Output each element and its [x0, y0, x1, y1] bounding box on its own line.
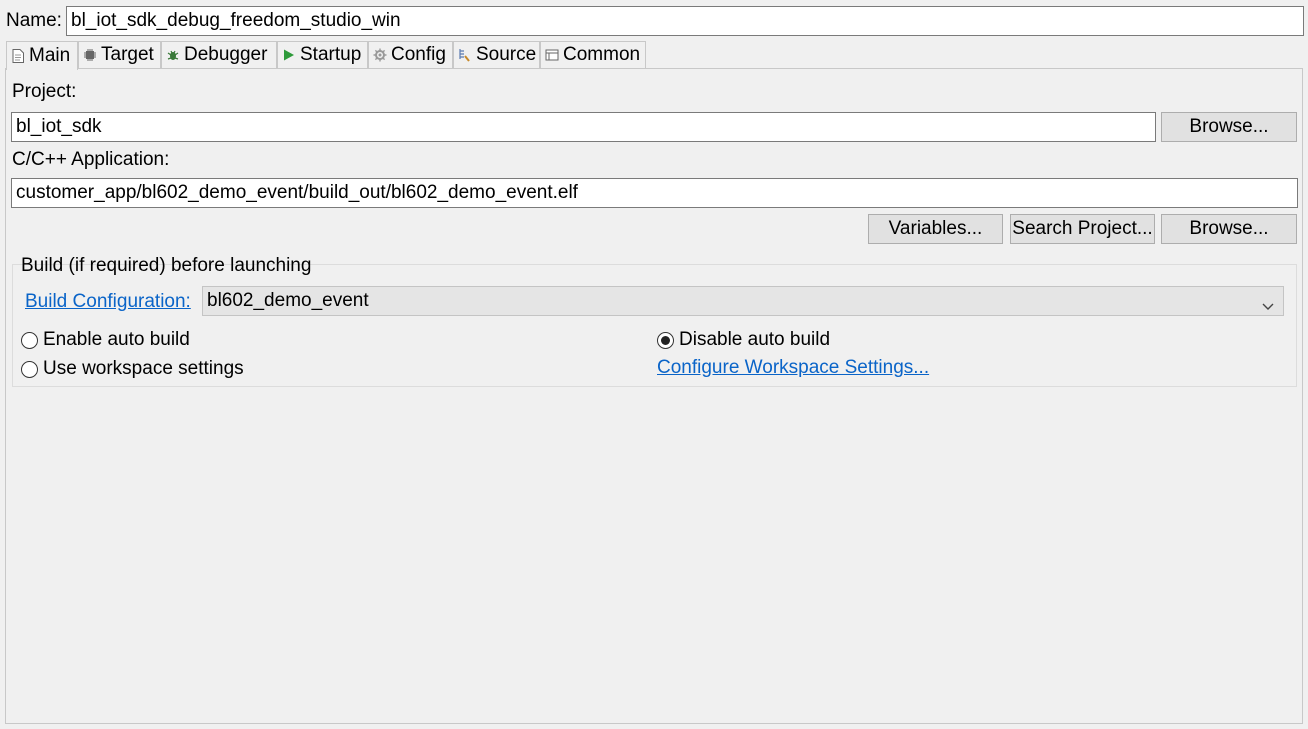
tab-source-label: Source [476, 44, 537, 65]
disable-auto-build-label: Disable auto build [679, 329, 831, 350]
tab-target[interactable]: Target [78, 41, 161, 68]
launch-configuration-dialog: Name: bl_iot_sdk_debug_freedom_studio_wi… [0, 0, 1308, 729]
enable-auto-build-radio[interactable]: Enable auto build [21, 329, 190, 351]
document-icon [11, 49, 25, 63]
radio-button [21, 360, 38, 378]
tab-startup-label: Startup [300, 44, 362, 65]
variables-button[interactable]: Variables... [868, 214, 1003, 244]
tab-config[interactable]: Config [368, 41, 453, 68]
build-group-title: Build (if required) before launching [21, 255, 312, 276]
build-group: Build (if required) before launching Bui… [12, 255, 1297, 387]
configure-workspace-settings-link[interactable]: Configure Workspace Settings... [657, 357, 929, 379]
tab-config-label: Config [391, 44, 446, 65]
use-workspace-settings-radio[interactable]: Use workspace settings [21, 358, 244, 380]
name-label: Name: [6, 10, 62, 31]
enable-auto-build-label: Enable auto build [43, 329, 190, 350]
common-icon [545, 48, 559, 62]
application-input[interactable]: customer_app/bl602_demo_event/build_out/… [11, 178, 1298, 208]
play-icon [282, 48, 296, 62]
chip-icon [83, 48, 97, 62]
application-browse-button[interactable]: Browse... [1161, 214, 1297, 244]
main-tab-panel: Project: bl_iot_sdk Browse... C/C++ Appl… [5, 68, 1303, 724]
tab-debugger[interactable]: Debugger [161, 41, 277, 68]
project-input[interactable]: bl_iot_sdk [11, 112, 1156, 142]
project-browse-button[interactable]: Browse... [1161, 112, 1297, 142]
tab-startup[interactable]: Startup [277, 41, 368, 68]
build-configuration-value: bl602_demo_event [207, 290, 369, 311]
gear-icon [373, 48, 387, 62]
tab-target-label: Target [101, 44, 154, 65]
chevron-down-icon [1261, 294, 1275, 310]
name-input[interactable]: bl_iot_sdk_debug_freedom_studio_win [66, 6, 1304, 36]
use-workspace-settings-label: Use workspace settings [43, 358, 244, 379]
tab-main-label: Main [29, 45, 71, 66]
radio-button-checked [657, 331, 674, 349]
build-configuration-select[interactable]: bl602_demo_event [202, 286, 1284, 316]
application-label: C/C++ Application: [12, 149, 170, 170]
tab-common[interactable]: Common [540, 41, 646, 68]
tab-debugger-label: Debugger [184, 44, 268, 65]
build-configuration-link[interactable]: Build Configuration: [25, 291, 191, 313]
disable-auto-build-radio[interactable]: Disable auto build [657, 329, 830, 351]
name-row: Name: bl_iot_sdk_debug_freedom_studio_wi… [6, 6, 1304, 36]
project-label: Project: [12, 81, 77, 102]
bug-icon [166, 48, 180, 62]
tab-main[interactable]: Main [6, 41, 78, 70]
tab-source[interactable]: Source [453, 41, 540, 68]
search-project-button[interactable]: Search Project... [1010, 214, 1155, 244]
tab-common-label: Common [563, 44, 641, 65]
source-lookup-icon [458, 48, 472, 62]
radio-button [21, 331, 38, 349]
